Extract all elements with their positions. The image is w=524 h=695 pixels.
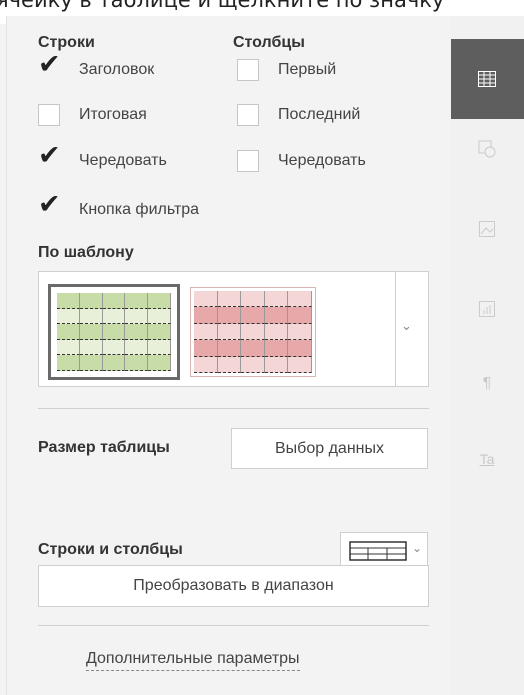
option-first-column[interactable]: Первый (237, 59, 336, 81)
text-art-icon[interactable]: Ta (477, 449, 497, 469)
checkmark-icon: ✔ (38, 49, 61, 80)
template-red-grid (194, 291, 312, 373)
option-label: Кнопка фильтра (79, 201, 200, 218)
checkbox-last-column[interactable] (237, 104, 259, 126)
option-label: Последний (278, 106, 361, 123)
option-total-row[interactable]: Итоговая (38, 104, 147, 126)
option-label: Первый (278, 61, 337, 78)
template-green-grid (57, 293, 171, 371)
table-size-label: Размер таблицы (38, 439, 170, 456)
option-last-column[interactable]: Последний (237, 104, 360, 126)
option-label: Заголовок (79, 61, 155, 78)
option-filter-button[interactable]: ✔ Кнопка фильтра (38, 191, 200, 221)
checkbox-filter-button[interactable]: ✔ (38, 191, 61, 221)
checkbox-banded-columns[interactable] (237, 150, 259, 172)
checkbox-first-column[interactable] (237, 59, 259, 81)
divider (38, 625, 429, 626)
right-toolbar: ¶ Ta (451, 16, 524, 695)
option-header-row[interactable]: ✔ Заголовок (38, 51, 155, 81)
option-label: Чередовать (79, 152, 167, 169)
rows-columns-label: Строки и столбцы (38, 541, 183, 558)
columns-section-title: Столбцы (233, 34, 305, 51)
checkmark-icon: ✔ (38, 189, 61, 220)
option-banded-rows[interactable]: ✔ Чередовать (38, 142, 167, 172)
template-red-style[interactable] (190, 287, 316, 377)
image-icon[interactable] (477, 219, 497, 239)
chevron-down-icon: ⌄ (412, 541, 423, 555)
gallery-divider (395, 272, 396, 386)
shape-icon[interactable] (477, 139, 497, 159)
table-grid-icon (349, 541, 407, 566)
chevron-down-icon[interactable]: ⌄ (401, 318, 412, 334)
checkbox-header-row[interactable]: ✔ (38, 51, 61, 81)
checkmark-icon: ✔ (38, 140, 61, 171)
template-gallery: ⌄ (38, 271, 429, 387)
option-label: Итоговая (79, 106, 147, 123)
divider (38, 408, 429, 409)
document-text: ячейку в таблице и щелкните по значку (0, 0, 445, 12)
option-label: Чередовать (278, 152, 366, 169)
select-data-button[interactable]: Выбор данных (231, 428, 428, 469)
convert-to-range-button[interactable]: Преобразовать в диапазон (38, 565, 429, 607)
checkbox-banded-rows[interactable]: ✔ (38, 142, 61, 172)
checkbox-total-row[interactable] (38, 104, 60, 126)
paragraph-icon[interactable]: ¶ (477, 374, 497, 394)
template-green-style[interactable] (48, 284, 180, 380)
template-section-title: По шаблону (38, 244, 134, 261)
option-banded-columns[interactable]: Чередовать (237, 150, 366, 172)
table-settings-icon[interactable] (477, 69, 497, 89)
chart-icon[interactable] (477, 299, 497, 319)
advanced-settings-link[interactable]: Дополнительные параметры (86, 650, 300, 671)
